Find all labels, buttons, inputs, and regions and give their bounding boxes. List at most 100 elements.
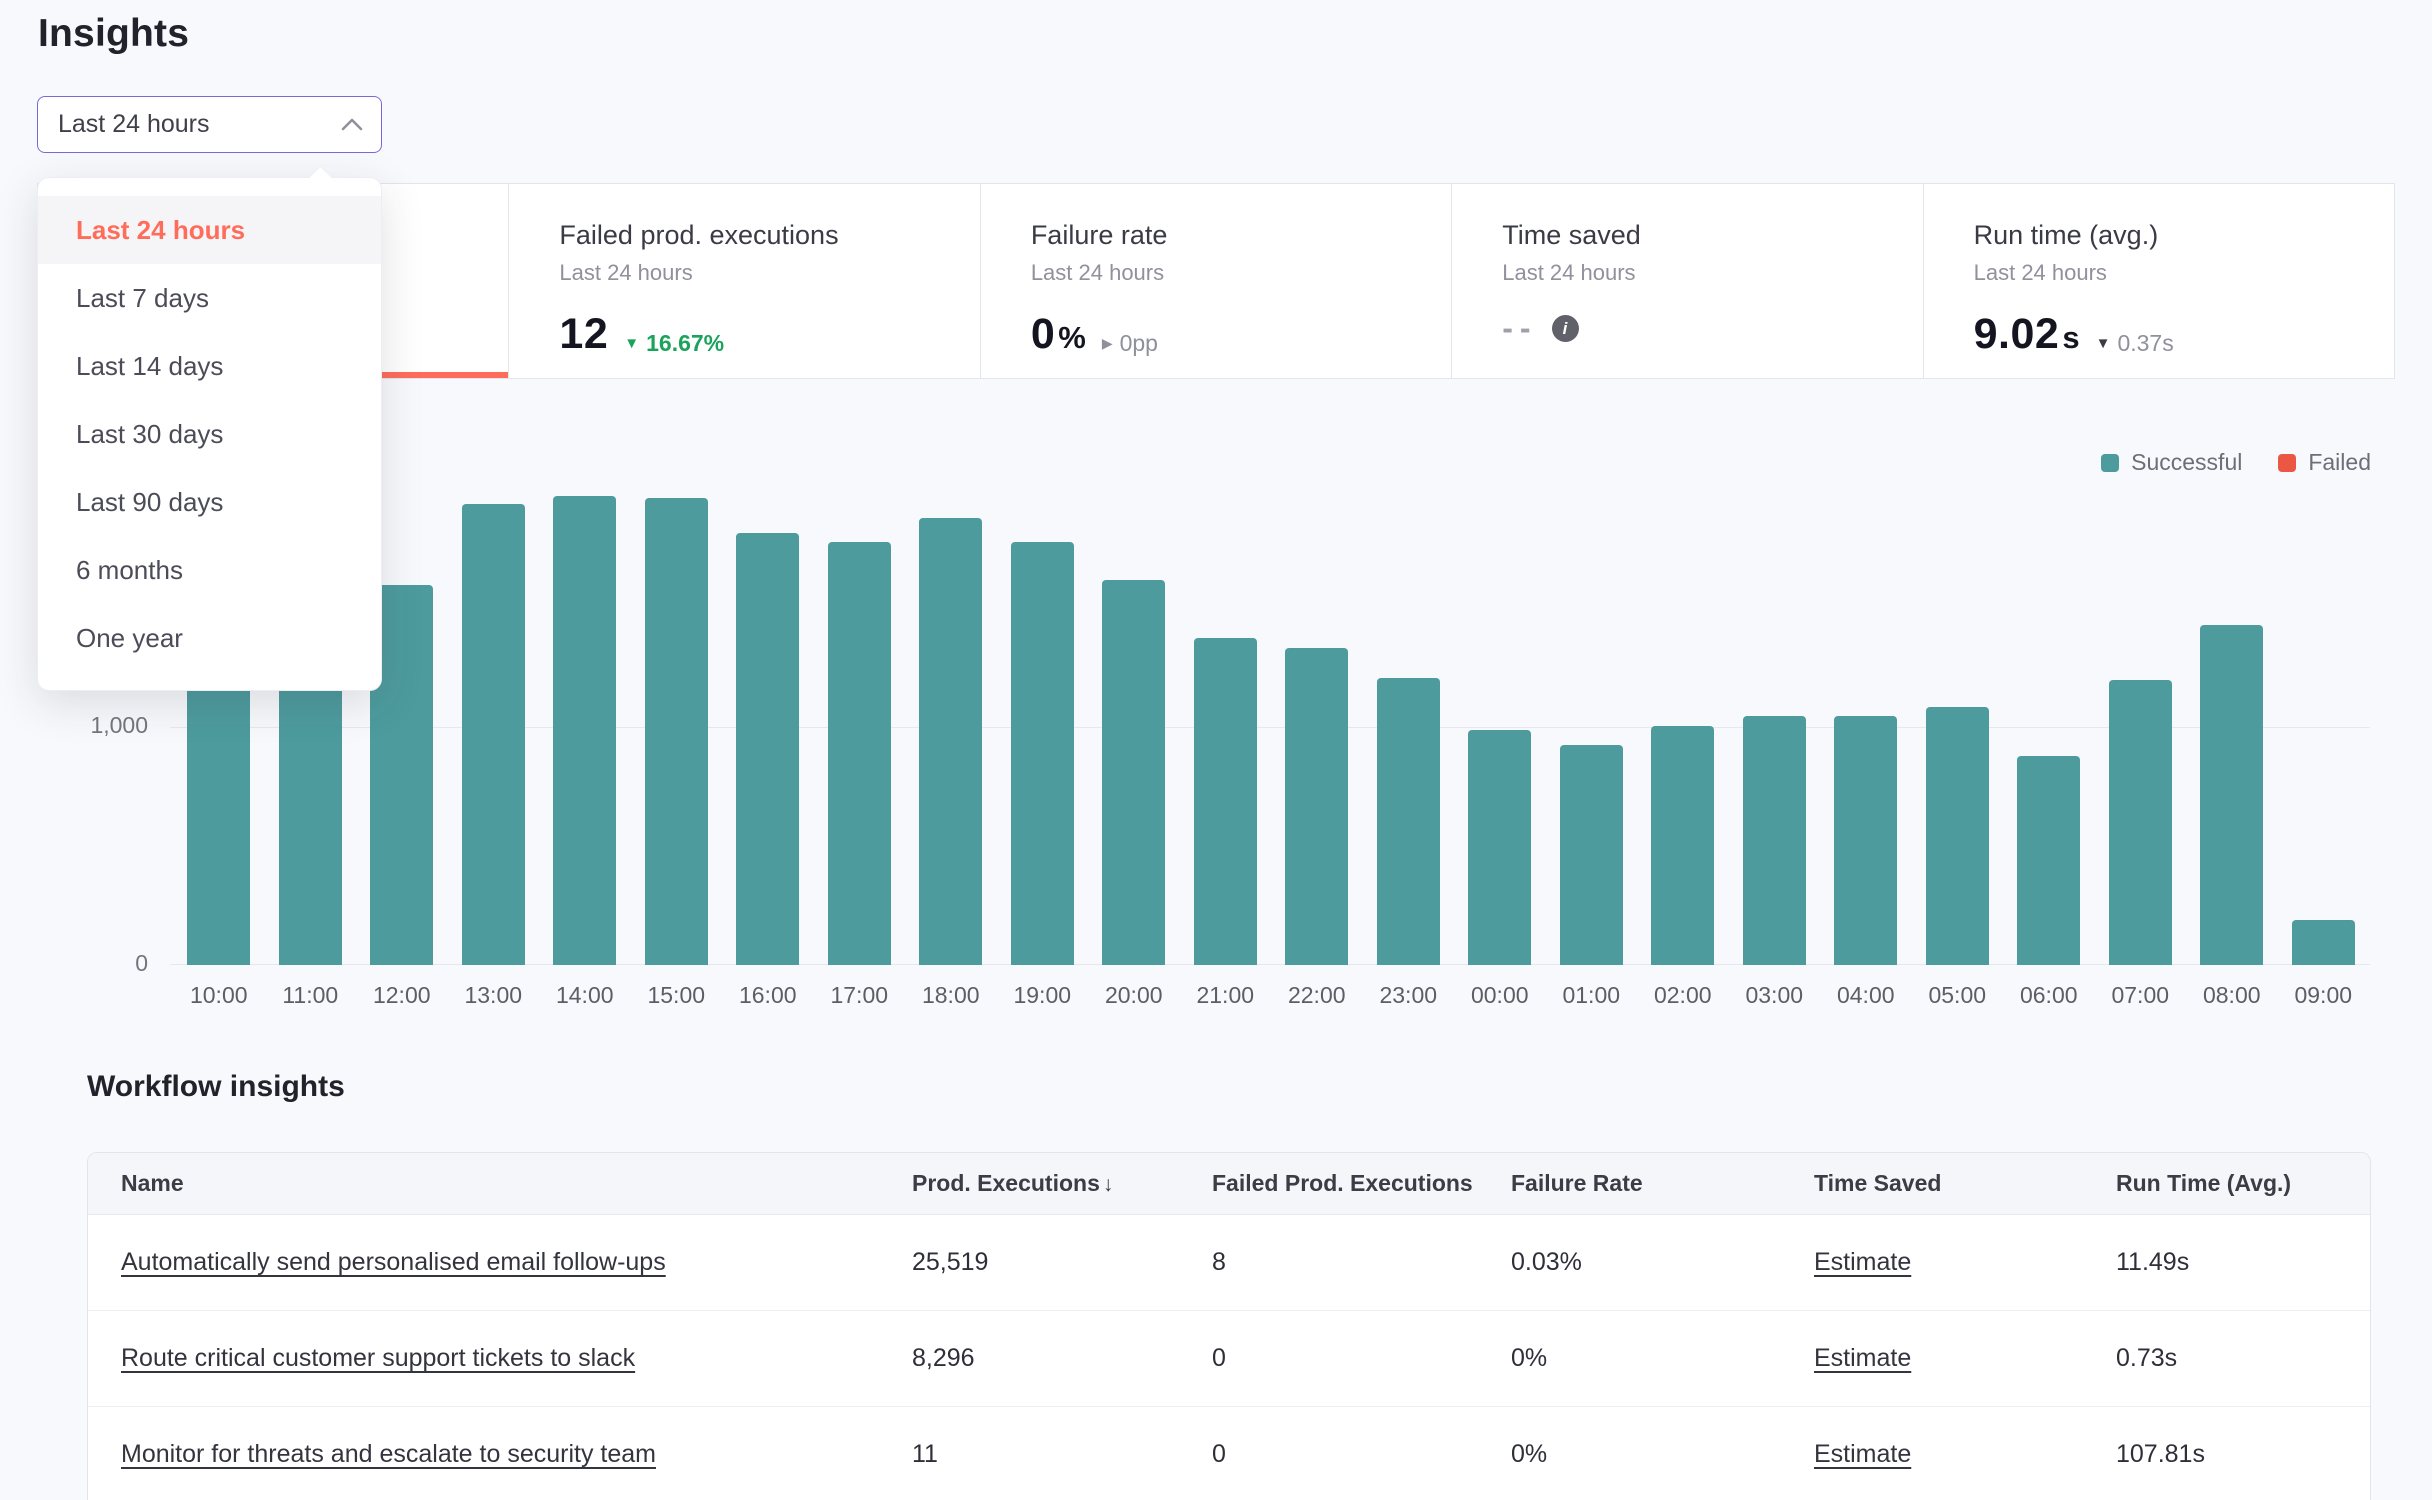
chart-x-tick-label: 14:00 <box>539 982 631 1009</box>
menu-caret-icon <box>308 165 332 189</box>
chart-x-tick-label: 19:00 <box>997 982 1089 1009</box>
chart-x-tick-label: 12:00 <box>356 982 448 1009</box>
table-row: Route critical customer support tickets … <box>88 1311 2370 1407</box>
table-column-header[interactable]: Name <box>121 1170 912 1197</box>
workflow-table-header: NameProd. Executions↓Failed Prod. Execut… <box>88 1153 2370 1215</box>
chart-x-tick-label: 20:00 <box>1088 982 1180 1009</box>
failure-rate-cell: 0.03% <box>1511 1248 1814 1277</box>
chart-x-tick-label: 00:00 <box>1454 982 1546 1009</box>
card-delta: 0.37s <box>2117 330 2173 357</box>
stat-card-time-saved[interactable]: Time saved Last 24 hours -- i <box>1451 184 1922 378</box>
time-filter-option[interactable]: One year <box>38 604 381 672</box>
chart-bar <box>1560 745 1623 965</box>
time-filter-option[interactable]: Last 90 days <box>38 468 381 536</box>
failed-prod-executions-cell: 8 <box>1212 1248 1511 1277</box>
card-value: -- <box>1502 310 1537 347</box>
prod-executions-cell: 25,519 <box>912 1248 1212 1277</box>
card-value-unit: s <box>2062 320 2079 356</box>
card-delta: 0pp <box>1120 330 1158 357</box>
y-axis-tick-label: 0 <box>38 950 148 977</box>
chevron-up-icon <box>341 118 363 131</box>
table-column-header[interactable]: Failed Prod. Executions <box>1212 1170 1511 1197</box>
chart-bar <box>645 498 708 965</box>
chart-x-tick-label: 22:00 <box>1271 982 1363 1009</box>
chart-bar <box>919 518 982 965</box>
chart-bar <box>1102 580 1165 965</box>
stat-card-failed-prod-executions[interactable]: Failed prod. executions Last 24 hours 12… <box>508 184 979 378</box>
chart-bar <box>1194 638 1257 965</box>
card-delta: 16.67% <box>646 330 724 357</box>
workflow-name-link[interactable]: Automatically send personalised email fo… <box>121 1248 666 1277</box>
card-subtitle: Last 24 hours <box>559 260 959 286</box>
chart-x-tick-label: 18:00 <box>905 982 997 1009</box>
chart-bar <box>736 533 799 965</box>
failed-prod-executions-cell: 0 <box>1212 1440 1511 1469</box>
run-time-cell: 11.49s <box>2116 1248 2370 1277</box>
time-filter-select[interactable]: Last 24 hours <box>37 96 382 153</box>
chart-bar <box>1743 716 1806 965</box>
time-filter-option[interactable]: Last 30 days <box>38 400 381 468</box>
workflow-table: NameProd. Executions↓Failed Prod. Execut… <box>87 1152 2371 1500</box>
card-subtitle: Last 24 hours <box>1031 260 1431 286</box>
chart-x-tick-label: 05:00 <box>1912 982 2004 1009</box>
chart-bar <box>2109 680 2172 965</box>
card-value: 9.02 <box>1974 310 2060 359</box>
estimate-link[interactable]: Estimate <box>1814 1248 1911 1277</box>
chart-x-tick-label: 11:00 <box>265 982 357 1009</box>
stat-card-run-time[interactable]: Run time (avg.) Last 24 hours 9.02 s ▼ 0… <box>1923 184 2394 378</box>
time-filter-option[interactable]: Last 24 hours <box>38 196 381 264</box>
table-column-header[interactable]: Time Saved <box>1814 1170 2116 1197</box>
chart-x-tick-label: 17:00 <box>814 982 906 1009</box>
chart-plot <box>173 460 2369 965</box>
prod-executions-cell: 11 <box>912 1440 1212 1469</box>
chart-x-labels: 10:0011:0012:0013:0014:0015:0016:0017:00… <box>173 982 2369 1016</box>
failure-rate-cell: 0% <box>1511 1344 1814 1373</box>
estimate-link[interactable]: Estimate <box>1814 1440 1911 1469</box>
chart-bar <box>462 504 525 965</box>
page-title: Insights <box>38 12 189 56</box>
time-filter-option[interactable]: 6 months <box>38 536 381 604</box>
chart-x-tick-label: 15:00 <box>631 982 723 1009</box>
card-title: Failed prod. executions <box>559 220 959 251</box>
chart-x-tick-label: 09:00 <box>2278 982 2370 1009</box>
table-column-header[interactable]: Prod. Executions↓ <box>912 1170 1212 1197</box>
trend-down-icon: ▼ <box>2096 336 2111 351</box>
estimate-link[interactable]: Estimate <box>1814 1344 1911 1373</box>
chart-bar <box>2200 625 2263 965</box>
chart-x-tick-label: 07:00 <box>2095 982 2187 1009</box>
chart-x-tick-label: 04:00 <box>1820 982 1912 1009</box>
chart-bar <box>2017 756 2080 965</box>
workflow-name-link[interactable]: Monitor for threats and escalate to secu… <box>121 1440 656 1469</box>
chart-x-tick-label: 03:00 <box>1729 982 1821 1009</box>
chart-x-tick-label: 02:00 <box>1637 982 1729 1009</box>
prod-executions-cell: 8,296 <box>912 1344 1212 1373</box>
insights-page: Insights Failed prod. executions Last 24… <box>0 0 2432 1500</box>
workflow-name-link[interactable]: Route critical customer support tickets … <box>121 1344 635 1373</box>
chart-bar <box>1011 542 1074 965</box>
workflow-table-body: Automatically send personalised email fo… <box>88 1215 2370 1500</box>
chart-bar <box>1468 730 1531 965</box>
stat-card-failure-rate[interactable]: Failure rate Last 24 hours 0 % ▶ 0pp <box>980 184 1451 378</box>
card-subtitle: Last 24 hours <box>1974 260 2374 286</box>
run-time-cell: 107.81s <box>2116 1440 2370 1469</box>
chart-bar <box>187 668 250 965</box>
trend-flat-icon: ▶ <box>1102 336 1113 350</box>
table-column-header[interactable]: Run Time (Avg.) <box>2116 1170 2370 1197</box>
card-value-unit: % <box>1058 320 1086 356</box>
time-filter-option[interactable]: Last 14 days <box>38 332 381 400</box>
time-filter-value: Last 24 hours <box>58 110 210 139</box>
chart-bar <box>1926 707 1989 965</box>
card-value: 0 <box>1031 310 1055 359</box>
chart-bar <box>1285 648 1348 965</box>
time-filter-option[interactable]: Last 7 days <box>38 264 381 332</box>
card-title: Time saved <box>1502 220 1902 251</box>
info-icon[interactable]: i <box>1552 315 1579 342</box>
chart-x-tick-label: 23:00 <box>1363 982 1455 1009</box>
chart-x-tick-label: 01:00 <box>1546 982 1638 1009</box>
chart-bar <box>1834 716 1897 965</box>
chart-bar <box>1377 678 1440 965</box>
card-value: 12 <box>559 310 608 359</box>
table-column-header[interactable]: Failure Rate <box>1511 1170 1814 1197</box>
chart-x-tick-label: 08:00 <box>2186 982 2278 1009</box>
table-row: Automatically send personalised email fo… <box>88 1215 2370 1311</box>
